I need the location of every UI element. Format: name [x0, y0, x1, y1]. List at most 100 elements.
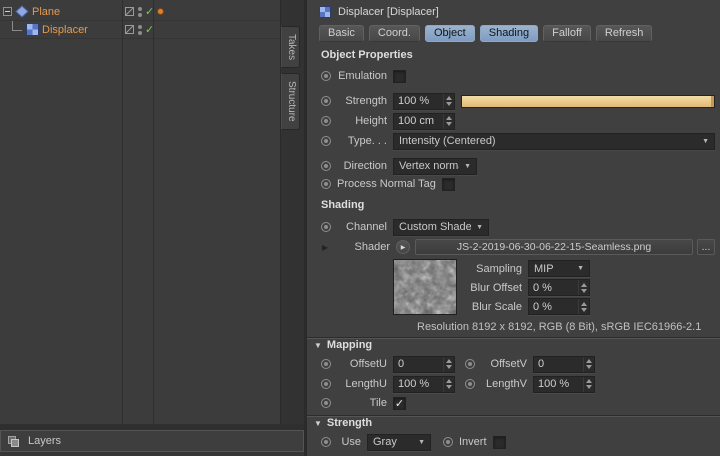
stepper-arrows[interactable] [443, 356, 454, 372]
tab-refresh[interactable]: Refresh [595, 25, 653, 42]
tab-coord[interactable]: Coord. [368, 25, 420, 42]
stepper-arrows[interactable] [583, 356, 594, 372]
invert-label: Invert [459, 436, 487, 448]
height-stepper[interactable]: 100 cm [393, 112, 455, 130]
stepper-arrows[interactable] [583, 376, 594, 392]
type-label: Type. . . [347, 135, 387, 147]
stepper-arrows[interactable] [578, 280, 589, 295]
attribute-title: Displacer [Displacer] [338, 6, 439, 18]
emulation-checkbox[interactable] [393, 69, 406, 83]
keyframe-dot[interactable] [321, 437, 331, 447]
strength-stepper[interactable]: 100 % [393, 92, 455, 110]
keyframe-dot[interactable] [321, 179, 331, 189]
type-dropdown[interactable]: Intensity (Centered) ▼ [393, 132, 715, 150]
shader-preview-button[interactable]: ▶ [396, 240, 410, 254]
sampling-row: Sampling MIP ▼ [464, 259, 590, 278]
texture-props: Sampling MIP ▼ Blur Offset 0 % Blur Scal… [464, 259, 590, 316]
chevron-down-icon: ▼ [702, 137, 709, 145]
blur-offset-row: Blur Offset 0 % [464, 278, 590, 297]
keyframe-dot[interactable] [321, 136, 331, 146]
stepper-arrows[interactable] [578, 299, 589, 314]
stepper-arrows[interactable] [443, 113, 454, 129]
edit-toggle-icon[interactable] [125, 3, 134, 20]
section-strength[interactable]: ▼ Strength [307, 415, 720, 430]
section-object-properties: Object Properties [321, 49, 413, 61]
channel-row: Channel Custom Shader ▼ [319, 217, 715, 237]
keyframe-dot[interactable] [465, 379, 475, 389]
blur-scale-label: Blur Scale [471, 300, 522, 313]
shader-texture-preview[interactable] [393, 259, 457, 315]
material-tag-dot[interactable] [157, 3, 164, 20]
blur-scale-row: Blur Scale 0 % [464, 297, 590, 316]
use-dropdown[interactable]: Gray ▼ [367, 433, 431, 451]
attribute-manager-panel: Displacer [Displacer] Basic Coord. Objec… [304, 0, 720, 456]
tree-row-plane[interactable]: Plane ✓ [0, 3, 280, 21]
chevron-down-icon: ▼ [418, 438, 425, 446]
tile-row: Tile ✓ [319, 394, 715, 412]
shader-browse-button[interactable]: ... [697, 239, 715, 255]
keyframe-dot[interactable] [321, 161, 331, 171]
keyframe-dot[interactable] [321, 398, 331, 408]
lengthu-label: LengthU [345, 378, 387, 390]
shader-expand-arrow[interactable]: ▶ [322, 243, 334, 252]
lengthu-stepper[interactable]: 100 % [393, 375, 455, 393]
sampling-dropdown[interactable]: MIP ▼ [528, 260, 590, 277]
process-normal-tag-checkbox[interactable] [441, 177, 455, 191]
strength-slider[interactable] [461, 94, 715, 108]
keyframe-dot[interactable] [321, 116, 331, 126]
direction-dropdown[interactable]: Vertex normal ▼ [393, 157, 477, 175]
keyframe-dot[interactable] [321, 222, 331, 232]
edit-toggle-icon[interactable] [125, 21, 134, 38]
tree-expander-icon[interactable] [3, 7, 12, 16]
section-mapping[interactable]: ▼ Mapping [307, 337, 720, 352]
visibility-dots[interactable] [138, 21, 142, 38]
tile-checkbox[interactable]: ✓ [393, 396, 406, 410]
tab-structure[interactable]: Structure [281, 73, 300, 130]
manager-side-tabs: Takes Structure [281, 0, 304, 424]
tree-row-displacer[interactable]: Displacer ✓ [0, 21, 280, 39]
stepper-arrows[interactable] [443, 93, 454, 109]
texture-resolution-info: Resolution 8192 x 8192, RGB (8 Bit), sRG… [417, 321, 702, 333]
height-row: Height 100 cm [319, 111, 715, 131]
play-icon: ▶ [400, 244, 406, 251]
invert-checkbox[interactable] [492, 435, 506, 449]
shader-row: ▶ Shader ▶ JS-2-2019-06-30-06-22-15-Seam… [319, 237, 715, 257]
object-name[interactable]: Plane [32, 6, 60, 18]
channel-dropdown[interactable]: Custom Shader ▼ [393, 218, 489, 236]
tab-shading[interactable]: Shading [479, 25, 539, 42]
plane-object-icon [15, 5, 29, 18]
offsetv-stepper[interactable]: 0 [533, 355, 595, 373]
tree-branch-line [12, 21, 22, 31]
layers-panel-header[interactable]: Layers [0, 430, 304, 452]
keyframe-dot[interactable] [443, 437, 453, 447]
tab-takes[interactable]: Takes [281, 26, 300, 69]
type-row: Type. . . Intensity (Centered) ▼ [319, 131, 715, 151]
keyframe-dot[interactable] [465, 359, 475, 369]
tab-falloff[interactable]: Falloff [543, 25, 591, 42]
channel-label: Channel [346, 221, 387, 233]
stepper-arrows[interactable] [443, 376, 454, 392]
direction-row: Direction Vertex normal ▼ [319, 157, 715, 175]
use-row: Use Gray ▼ Invert [319, 432, 715, 452]
keyframe-dot[interactable] [321, 71, 331, 81]
attribute-tabs: Basic Coord. Object Shading Falloff Refr… [319, 25, 715, 42]
strength-label: Strength [345, 95, 387, 107]
offsetu-stepper[interactable]: 0 [393, 355, 455, 373]
visibility-dots[interactable] [138, 3, 142, 20]
sampling-label: Sampling [476, 262, 522, 275]
use-label: Use [341, 436, 361, 448]
keyframe-dot[interactable] [321, 359, 331, 369]
tile-label: Tile [369, 397, 387, 409]
object-name[interactable]: Displacer [42, 24, 88, 36]
lengthv-stepper[interactable]: 100 % [533, 375, 595, 393]
blur-offset-stepper[interactable]: 0 % [528, 279, 590, 296]
strength-row: Strength 100 % [319, 91, 715, 111]
shader-file-button[interactable]: JS-2-2019-06-30-06-22-15-Seamless.png [415, 239, 693, 255]
blur-scale-stepper[interactable]: 0 % [528, 298, 590, 315]
keyframe-dot[interactable] [321, 96, 331, 106]
keyframe-dot[interactable] [321, 379, 331, 389]
tab-basic[interactable]: Basic [319, 25, 364, 42]
tab-object[interactable]: Object [424, 25, 475, 42]
object-tree[interactable]: Plane ✓ Displacer ✓ [0, 0, 281, 424]
offsetu-label: OffsetU [349, 358, 387, 370]
